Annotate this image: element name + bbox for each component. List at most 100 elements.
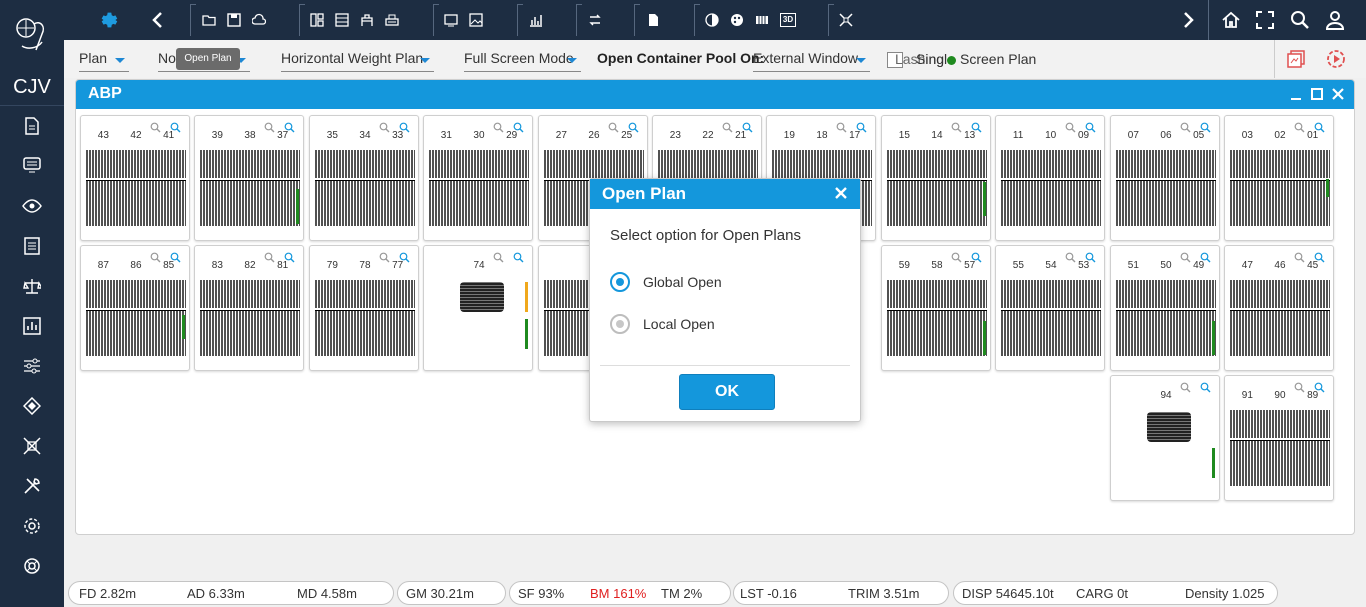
tooltip-open-plan: Open Plan xyxy=(176,48,240,70)
global-open-label[interactable]: Global Open xyxy=(643,274,722,290)
bay-card[interactable]: 35 34 33 xyxy=(309,115,419,241)
deck-line xyxy=(315,308,415,311)
pool-window-dropdown[interactable]: External Window xyxy=(753,48,870,72)
circle-half-icon[interactable] xyxy=(700,8,724,32)
bay-card[interactable]: 91 90 89 xyxy=(1224,375,1334,501)
bay-card[interactable]: 83 82 81 xyxy=(194,245,304,371)
back-icon[interactable] xyxy=(146,8,170,32)
cloud-icon[interactable] xyxy=(247,8,271,32)
bay-number: 19 xyxy=(783,130,795,141)
folder-icon[interactable] xyxy=(197,8,221,32)
eye-icon[interactable] xyxy=(20,194,44,218)
bay-card[interactable]: 47 46 45 xyxy=(1224,245,1334,371)
container-grid xyxy=(1001,150,1101,226)
pdf-icon[interactable] xyxy=(1287,50,1305,73)
user-icon[interactable] xyxy=(1323,8,1347,32)
3d-icon[interactable]: 3D xyxy=(776,8,800,32)
search-icon[interactable] xyxy=(1288,8,1312,32)
bay-number: 51 xyxy=(1127,260,1139,271)
bay-number: 02 xyxy=(1274,130,1286,141)
palette-icon[interactable] xyxy=(725,8,749,32)
settings-icon[interactable] xyxy=(20,514,44,538)
single-label: Singl xyxy=(916,51,948,67)
bay-numbers: 55 54 53 xyxy=(996,260,1106,271)
fd-value: FD 2.82m xyxy=(79,586,137,601)
plan-dropdown[interactable]: Plan xyxy=(79,48,129,72)
horizontal-weight-dropdown[interactable]: Horizontal Weight Plan xyxy=(281,48,434,72)
sliders-icon[interactable] xyxy=(20,354,44,378)
maximize-icon[interactable] xyxy=(1308,85,1326,103)
bay-card[interactable]: 31 30 29 xyxy=(423,115,533,241)
layout-icon[interactable] xyxy=(305,8,329,32)
gear-icon[interactable] xyxy=(97,8,121,32)
file-icon[interactable] xyxy=(641,8,665,32)
fullscreen-icon[interactable] xyxy=(1253,8,1277,32)
bay-number: 47 xyxy=(1241,260,1253,271)
bay-card[interactable]: 94 xyxy=(1110,375,1220,501)
deck-line xyxy=(86,178,186,181)
bay-number: 78 xyxy=(359,260,371,271)
container-x-icon[interactable] xyxy=(20,434,44,458)
deck-line xyxy=(200,178,300,181)
cog-play-icon[interactable] xyxy=(1326,49,1346,74)
deck-line xyxy=(1001,308,1101,311)
local-open-label[interactable]: Local Open xyxy=(643,316,715,332)
chart-icon[interactable] xyxy=(524,8,548,32)
bay-card[interactable]: 15 14 13 xyxy=(881,115,991,241)
bay-card[interactable]: 43 42 41 xyxy=(80,115,190,241)
minimize-icon[interactable] xyxy=(1287,85,1305,103)
screen-plan-label[interactable]: Screen Plan xyxy=(960,51,1036,67)
open-plan-dialog: Open Plan Select option for Open Plans G… xyxy=(589,178,861,422)
ok-button[interactable]: OK xyxy=(679,374,775,410)
close-icon[interactable] xyxy=(834,186,850,202)
bay-card[interactable]: 59 58 57 xyxy=(881,245,991,371)
crane-icon[interactable] xyxy=(355,8,379,32)
toolbar-divider xyxy=(1208,0,1209,40)
forward-icon[interactable] xyxy=(1176,8,1200,32)
bay-number: 49 xyxy=(1193,260,1205,271)
bay-card[interactable]: 07 06 05 xyxy=(1110,115,1220,241)
bay-number: 50 xyxy=(1160,260,1172,271)
global-open-radio[interactable] xyxy=(610,272,630,292)
bay-number: 25 xyxy=(621,130,633,141)
local-open-radio[interactable] xyxy=(610,314,630,334)
tools-icon[interactable] xyxy=(20,474,44,498)
bay-number: 34 xyxy=(359,130,371,141)
bay-number: 46 xyxy=(1274,260,1286,271)
grid-icon[interactable] xyxy=(330,8,354,32)
panel-header: ABP xyxy=(76,80,1354,109)
bay-card[interactable]: 55 54 53 xyxy=(995,245,1105,371)
save-icon[interactable] xyxy=(222,8,246,32)
report-icon[interactable] xyxy=(20,314,44,338)
home-icon[interactable] xyxy=(1219,8,1243,32)
app-logo[interactable] xyxy=(0,0,64,68)
bay-number: 42 xyxy=(130,130,142,141)
checklist-icon[interactable] xyxy=(20,234,44,258)
bay-number: 09 xyxy=(1077,130,1090,141)
monitor-icon[interactable] xyxy=(439,8,463,32)
scale-icon[interactable] xyxy=(20,274,44,298)
container-icon[interactable] xyxy=(750,8,774,32)
deck-line xyxy=(429,178,529,181)
full-screen-dropdown[interactable]: Full Screen Mode xyxy=(464,48,581,72)
collapse-icon[interactable] xyxy=(834,8,858,32)
bay-card[interactable]: 51 50 49 xyxy=(1110,245,1220,371)
bay-card[interactable]: 79 78 77 xyxy=(309,245,419,371)
container-grid xyxy=(200,150,300,226)
display-icon[interactable] xyxy=(20,153,44,177)
image-icon[interactable] xyxy=(464,8,488,32)
support-icon[interactable] xyxy=(20,554,44,578)
print-icon[interactable] xyxy=(380,8,404,32)
bay-number: 26 xyxy=(588,130,600,141)
swap-icon[interactable] xyxy=(583,8,607,32)
bay-card[interactable]: 87 86 85 xyxy=(80,245,190,371)
bay-card[interactable]: 74 xyxy=(423,245,533,371)
ad-value: AD 6.33m xyxy=(187,586,245,601)
bay-card[interactable]: 11 10 09 xyxy=(995,115,1105,241)
document-icon[interactable] xyxy=(20,114,44,138)
bay-card[interactable]: 03 02 01 xyxy=(1224,115,1334,241)
diamond-icon[interactable] xyxy=(20,394,44,418)
close-icon[interactable] xyxy=(1329,85,1347,103)
bay-card[interactable]: 39 38 37 xyxy=(194,115,304,241)
deck-line xyxy=(86,308,186,311)
